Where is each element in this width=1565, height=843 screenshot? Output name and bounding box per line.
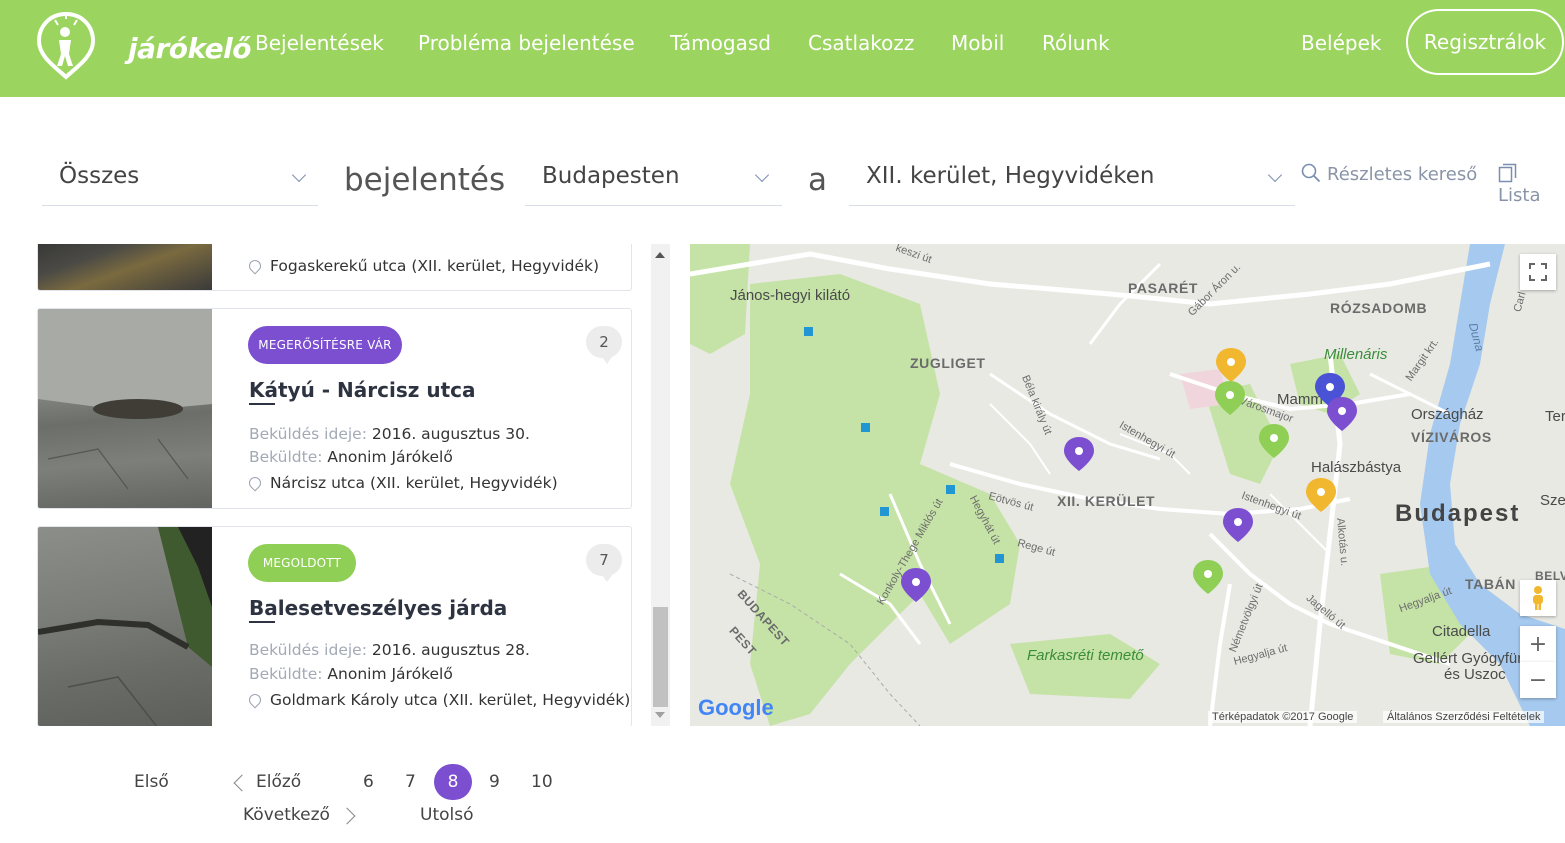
pagination-page-7[interactable]: 7 (405, 772, 416, 792)
logo-pin-icon (36, 11, 96, 80)
report-location: Nárcisz utca (XII. kerület, Hegyvidék) (246, 474, 558, 492)
map-pin-yellow[interactable] (1306, 478, 1336, 512)
status-badge: MEGOLDOTT (248, 544, 356, 582)
report-card[interactable]: MEGERŐSÍTÉSRE VÁR 2 Kátyú - Nárcisz utca… (37, 308, 632, 509)
search-icon (1301, 163, 1321, 183)
nav-join[interactable]: Csatlakozz (808, 31, 914, 55)
chevron-down-icon (754, 167, 770, 183)
advanced-search-link[interactable]: Részletes kereső (1301, 163, 1477, 185)
report-title[interactable]: Balesetveszélyes járda (249, 596, 507, 620)
report-author: Beküldte: Anonim Járókelő (249, 665, 453, 683)
map-copyright: Térképadatok ©2017 Google (1208, 711, 1358, 723)
map-pin-green[interactable] (1193, 560, 1223, 594)
top-header: járókelő Bejelentések Probléma bejelenté… (0, 0, 1565, 97)
report-sent-date: Beküldés ideje: 2016. augusztus 28. (249, 641, 530, 659)
comment-count-badge[interactable]: 7 (586, 544, 622, 582)
list-icon (1498, 163, 1517, 183)
google-logo[interactable]: Google (698, 695, 774, 721)
map-view[interactable]: János-hegyi kilátó PASARÉT RÓZSADOMB ZUG… (690, 244, 1565, 726)
pothole-image (38, 309, 212, 490)
scroll-down-arrow-icon[interactable] (655, 712, 665, 718)
location-pin-icon (246, 474, 264, 492)
chevron-down-icon (1267, 167, 1283, 183)
city-select-value: Budapesten (542, 163, 680, 189)
login-link[interactable]: Belépek (1301, 31, 1381, 55)
map-pin-purple[interactable] (1223, 508, 1253, 542)
zoom-out-button[interactable]: − (1520, 662, 1556, 698)
report-photo (38, 527, 212, 726)
site-logo[interactable]: járókelő (36, 10, 251, 80)
district-select-value: XII. kerület, Hegyvidéken (866, 163, 1155, 189)
pagination-last[interactable]: Utolsó (420, 805, 474, 825)
nav-about[interactable]: Rólunk (1042, 31, 1110, 55)
pagination-page-10[interactable]: 10 (531, 772, 553, 792)
map-pin-yellow[interactable] (1216, 348, 1246, 382)
type-select[interactable]: Összes (42, 150, 318, 206)
scroll-thumb[interactable] (653, 607, 668, 707)
nav-support[interactable]: Támogasd (670, 31, 771, 55)
report-photo (38, 244, 212, 290)
map-terms-link[interactable]: Általános Szerződési Feltételek (1383, 711, 1545, 723)
register-button[interactable]: Regisztrálok (1406, 9, 1564, 75)
comment-count-badge[interactable]: 2 (586, 326, 622, 364)
report-card[interactable]: Fogaskerekű utca (XII. kerület, Hegyvidé… (37, 244, 632, 291)
nav-reports[interactable]: Bejelentések (255, 31, 384, 55)
pegman-icon (1533, 586, 1543, 610)
location-pin-icon (246, 691, 264, 709)
chevron-down-icon (291, 167, 307, 183)
city-select[interactable]: Budapesten (525, 150, 782, 206)
title-underline (249, 403, 275, 405)
report-card[interactable]: MEGOLDOTT 7 Balesetveszélyes járda Bekül… (37, 526, 632, 726)
map-pin-green[interactable] (1259, 424, 1289, 458)
sidewalk-image (38, 527, 212, 726)
pagination-page-8-current[interactable]: 8 (434, 764, 472, 800)
report-sent-date: Beküldés ideje: 2016. augusztus 30. (249, 425, 530, 443)
list-scrollbar[interactable] (651, 244, 670, 726)
fullscreen-button[interactable] (1520, 254, 1556, 290)
map-pin-purple[interactable] (901, 568, 931, 602)
advanced-search-label: Részletes kereső (1327, 164, 1478, 185)
map-pin-purple[interactable] (1327, 397, 1357, 431)
type-select-value: Összes (59, 163, 140, 189)
report-author: Beküldte: Anonim Járókelő (249, 448, 453, 466)
report-list: Fogaskerekű utca (XII. kerület, Hegyvidé… (37, 244, 634, 726)
street-view-pegman[interactable] (1520, 580, 1556, 616)
nav-report-problem[interactable]: Probléma bejelentése (418, 31, 635, 55)
scroll-up-arrow-icon[interactable] (655, 252, 665, 258)
location-pin-icon (246, 257, 264, 275)
list-view-label: Lista (1498, 185, 1541, 206)
report-title[interactable]: Kátyú - Nárcisz utca (249, 378, 476, 402)
pagination-page-6[interactable]: 6 (363, 772, 374, 792)
map-pin-purple[interactable] (1064, 437, 1094, 471)
filter-word-a: a (808, 162, 827, 198)
pagination-first[interactable]: Első (134, 772, 169, 792)
map-pins-layer (901, 348, 1357, 602)
logo-text: járókelő (128, 32, 251, 65)
nav-mobile[interactable]: Mobil (951, 31, 1004, 55)
pagination-page-9[interactable]: 9 (489, 772, 500, 792)
list-view-link[interactable]: Lista (1498, 163, 1565, 206)
report-location: Goldmark Károly utca (XII. kerület, Hegy… (246, 691, 630, 709)
zoom-in-button[interactable]: + (1520, 626, 1556, 662)
pagination-next[interactable]: Következő (243, 805, 330, 825)
map-pin-green[interactable] (1215, 381, 1245, 415)
filter-word-report: bejelentés (344, 162, 506, 198)
pagination-prev[interactable]: Előző (256, 772, 301, 792)
report-location: Fogaskerekű utca (XII. kerület, Hegyvidé… (246, 257, 599, 275)
status-badge: MEGERŐSÍTÉSRE VÁR (248, 326, 402, 364)
chevron-left-icon[interactable] (233, 774, 251, 792)
chevron-right-icon[interactable] (338, 807, 356, 825)
fullscreen-icon (1529, 263, 1547, 281)
report-photo (38, 309, 212, 508)
title-underline (249, 621, 275, 623)
district-select[interactable]: XII. kerület, Hegyvidéken (849, 150, 1295, 206)
